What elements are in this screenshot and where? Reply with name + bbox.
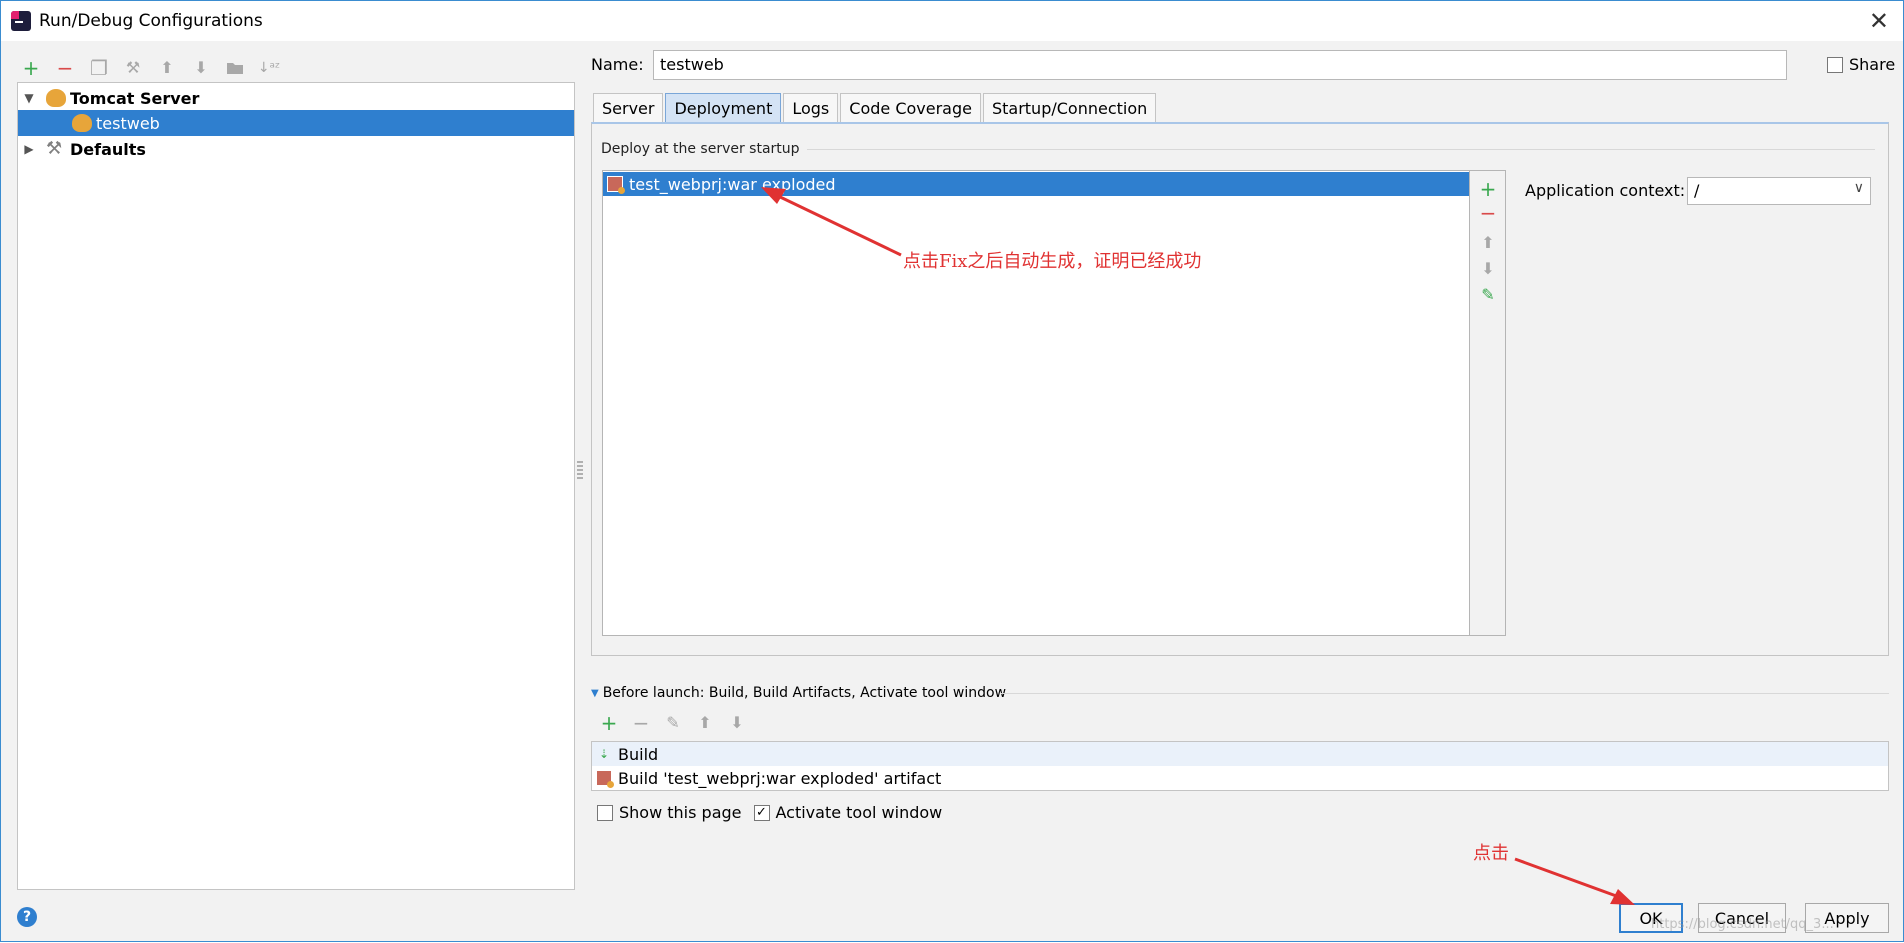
annotation-arrows bbox=[761, 187, 1635, 905]
run-debug-dialog: Run/Debug Configurations ✕ + − ❐ ⚒ ⬆ ⬇ ↓… bbox=[0, 0, 1904, 942]
arrow-to-ok bbox=[1514, 857, 1620, 899]
arrow-to-artifact bbox=[775, 193, 902, 257]
arrowhead-artifact bbox=[761, 187, 786, 204]
arrowhead-ok bbox=[1610, 889, 1635, 905]
